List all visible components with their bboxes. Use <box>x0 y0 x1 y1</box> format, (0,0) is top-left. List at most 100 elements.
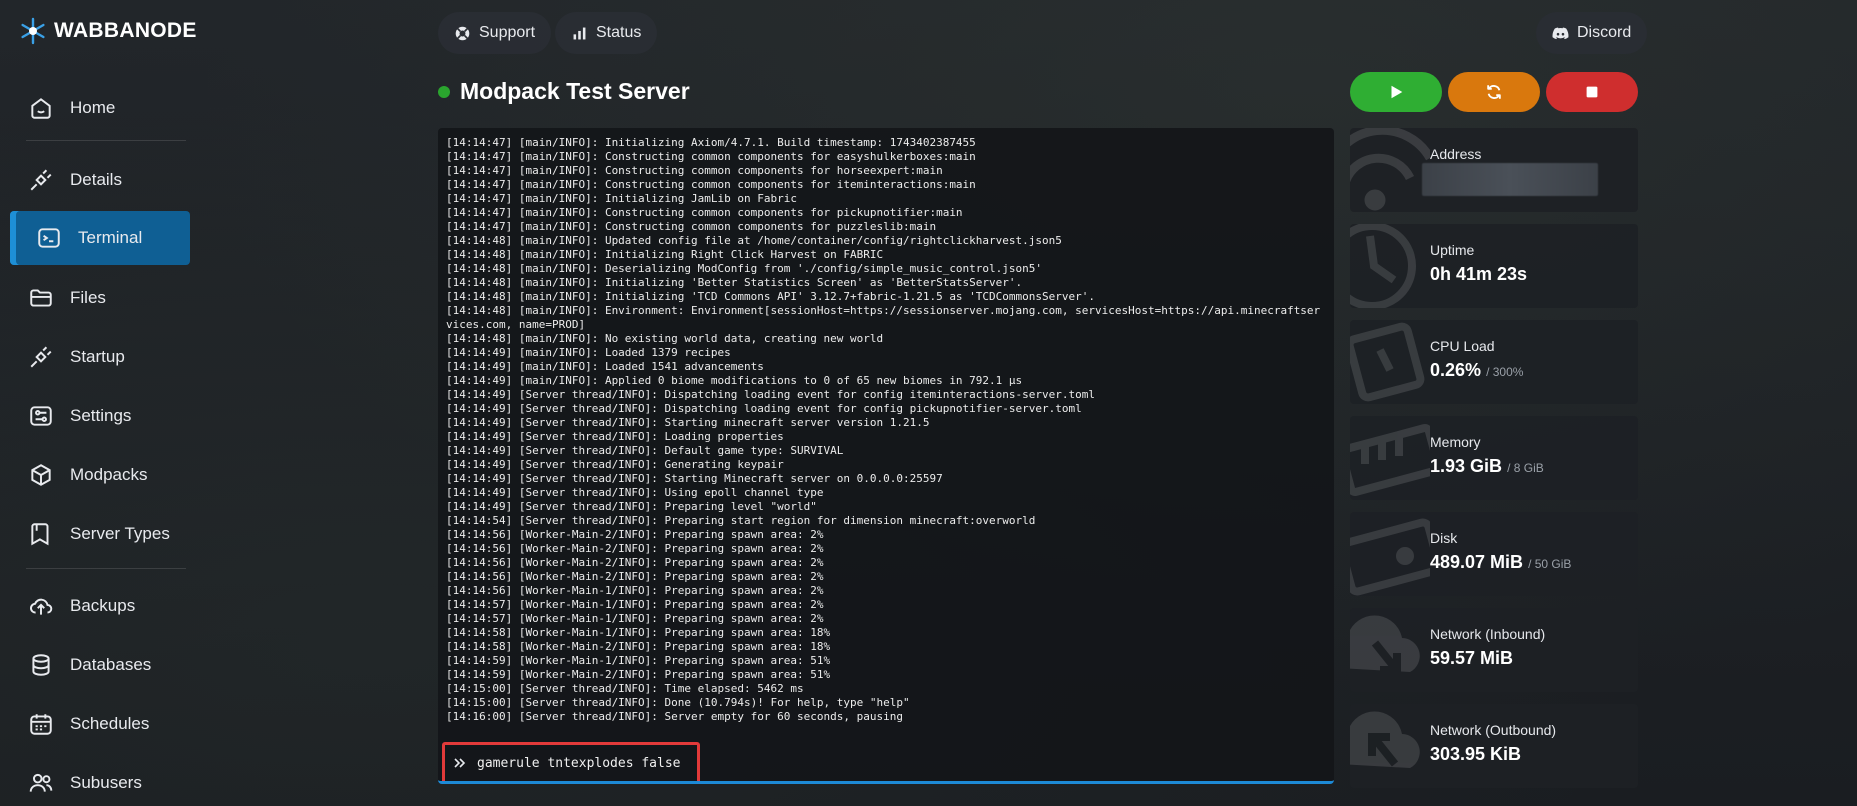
console-command-input[interactable] <box>477 755 697 771</box>
database-icon <box>32 654 50 676</box>
disk-limit: / 50 GiB <box>1528 557 1572 571</box>
stat-label: Disk <box>1430 530 1458 546</box>
console-line: [14:14:47] [main/INFO]: Constructing com… <box>446 178 976 191</box>
sidebar-item-schedules[interactable]: Schedules <box>10 697 190 751</box>
console-line: [14:14:47] [main/INFO]: Constructing com… <box>446 150 976 163</box>
sidebar-item-label: Startup <box>70 347 125 366</box>
support-label: Support <box>479 24 536 41</box>
stat-value: 59.57 MiB <box>1430 648 1514 668</box>
cpu-icon <box>1350 322 1425 402</box>
discord-button[interactable]: Discord <box>1536 12 1648 54</box>
stat-card-net-out: Network (Outbound) 303.95 KiB <box>1350 704 1638 788</box>
stat-value: 303.95 KiB <box>1430 744 1522 764</box>
stat-value: 489.07 MiB / 50 GiB <box>1430 552 1571 573</box>
home-icon <box>31 98 51 119</box>
sidebar-item-label: Server Types <box>70 524 170 543</box>
sidebar-item-modpacks[interactable]: Modpacks <box>10 448 190 502</box>
console-line: [14:14:58] [Worker-Main-2/INFO]: Prepari… <box>446 640 831 653</box>
address-redacted <box>1422 163 1598 196</box>
console-line: [14:14:49] [Server thread/INFO]: Prepari… <box>446 500 817 513</box>
clock-icon <box>1350 224 1416 308</box>
sidebar-item-startup[interactable]: Startup <box>10 330 190 384</box>
snowflake-logo <box>21 17 45 45</box>
console-line: [14:14:49] [Server thread/INFO]: Dispatc… <box>446 402 1082 415</box>
discord-icon <box>1552 26 1569 39</box>
cloud-upload-icon <box>1350 711 1420 768</box>
sidebar-divider <box>26 568 186 569</box>
console-line: [14:14:49] [Server thread/INFO]: Startin… <box>446 472 943 485</box>
cloud-download-icon <box>1350 615 1420 674</box>
stat-value: 0.26% / 300% <box>1430 360 1523 381</box>
plug-icon <box>30 169 52 191</box>
support-button[interactable]: Support <box>438 12 552 54</box>
sidebar-item-backups[interactable]: Backups <box>10 579 190 633</box>
console-line: [14:14:48] [main/INFO]: Initializing 'Be… <box>446 276 1023 289</box>
console-line: [14:14:47] [main/INFO]: Constructing com… <box>446 206 963 219</box>
status-button[interactable]: Status <box>555 12 658 54</box>
sidebar-item-label: Modpacks <box>70 465 148 484</box>
console-line: [14:14:54] [Server thread/INFO]: Prepari… <box>446 514 1036 527</box>
folder-icon <box>30 289 52 307</box>
stat-card-address[interactable]: Address <box>1350 128 1638 212</box>
discord-label: Discord <box>1577 24 1632 41</box>
console-line: [14:14:48] [main/INFO]: Environment: Env… <box>446 304 1321 331</box>
sidebar-item-label: Settings <box>70 406 132 425</box>
console-line: [14:14:49] [main/INFO]: Applied 0 biome … <box>446 374 1023 387</box>
sidebar-item-terminal[interactable]: Terminal <box>10 211 190 265</box>
sidebar-item-label: Home <box>70 98 116 117</box>
console-line: [14:14:48] [main/INFO]: Deserializing Mo… <box>446 262 1043 275</box>
console-line: [14:14:47] [main/INFO]: Constructing com… <box>446 164 943 177</box>
calendar-icon <box>30 714 52 735</box>
console-line: [14:14:48] [main/INFO]: Initializing Rig… <box>446 248 884 261</box>
sidebar-item-settings[interactable]: Settings <box>10 389 190 443</box>
console-line: [14:14:48] [main/INFO]: Updated config f… <box>446 234 1062 247</box>
console-line: [14:14:48] [main/INFO]: Initializing 'TC… <box>446 290 1096 303</box>
bookmark-icon <box>31 523 49 546</box>
console-panel: [14:14:47] [main/INFO]: Initializing Axi… <box>438 128 1334 784</box>
cloud-upload-icon <box>30 598 53 615</box>
console-line: [14:14:57] [Worker-Main-1/INFO]: Prepari… <box>446 612 824 625</box>
sidebar-item-home[interactable]: Home <box>10 81 190 135</box>
sidebar-item-databases[interactable]: Databases <box>10 638 190 692</box>
sidebar-item-files[interactable]: Files <box>10 271 190 325</box>
brand[interactable]: WABBANODE <box>18 16 197 46</box>
page-title: Modpack Test Server <box>460 78 690 104</box>
console-line: [14:14:49] [main/INFO]: Loaded 1379 reci… <box>446 346 731 359</box>
console-output[interactable]: [14:14:47] [main/INFO]: Initializing Axi… <box>446 136 1326 728</box>
console-input-highlight <box>442 742 700 781</box>
stat-value: 1.93 GiB / 8 GiB <box>1430 456 1544 477</box>
sidebar-item-label: Databases <box>70 655 152 674</box>
console-line: [14:14:58] [Worker-Main-1/INFO]: Prepari… <box>446 626 831 639</box>
console-line: [14:14:49] [Server thread/INFO]: Generat… <box>446 458 784 471</box>
sidebar-item-subusers[interactable]: Subusers <box>10 756 190 806</box>
stop-button[interactable] <box>1546 72 1638 112</box>
restart-button[interactable] <box>1448 72 1540 112</box>
cpu-value: 0.26% <box>1430 360 1482 380</box>
sidebar-item-details[interactable]: Details <box>10 153 190 207</box>
bar-chart-icon <box>573 27 586 39</box>
status-indicator <box>438 85 450 98</box>
stat-value: 0h 41m 23s <box>1430 264 1528 284</box>
stat-label: CPU Load <box>1430 338 1495 354</box>
console-line: [14:14:49] [Server thread/INFO]: Default… <box>446 444 844 457</box>
sidebar-item-label: Schedules <box>70 714 150 733</box>
stat-card-net-in: Network (Inbound) 59.57 MiB <box>1350 608 1638 692</box>
cpu-limit: / 300% <box>1486 365 1524 379</box>
console-line: [14:14:49] [Server thread/INFO]: Dispatc… <box>446 388 1096 401</box>
console-line: [14:14:49] [Server thread/INFO]: Loading… <box>446 430 784 443</box>
memory-value: 1.93 GiB <box>1430 456 1503 476</box>
console-line: [14:14:59] [Worker-Main-2/INFO]: Prepari… <box>446 668 831 681</box>
console-line: [14:15:00] [Server thread/INFO]: Done (1… <box>446 696 910 709</box>
sidebar-item-label: Files <box>70 288 106 307</box>
chevrons-right-icon <box>454 758 466 768</box>
console-line: [14:14:56] [Worker-Main-2/INFO]: Prepari… <box>446 528 824 541</box>
sidebar-item-label: Backups <box>70 596 136 615</box>
start-button[interactable] <box>1350 72 1442 112</box>
console-line: [14:14:56] [Worker-Main-2/INFO]: Prepari… <box>446 556 824 569</box>
console-line: [14:14:56] [Worker-Main-2/INFO]: Prepari… <box>446 570 824 583</box>
disk-value: 489.07 MiB <box>1430 552 1524 572</box>
sidebar-item-label: Subusers <box>70 773 142 792</box>
stat-label: Network (Outbound) <box>1430 722 1557 738</box>
sidebar-item-server-types[interactable]: Server Types <box>10 507 190 561</box>
console-line: [14:14:47] [main/INFO]: Initializing Jam… <box>446 192 797 205</box>
